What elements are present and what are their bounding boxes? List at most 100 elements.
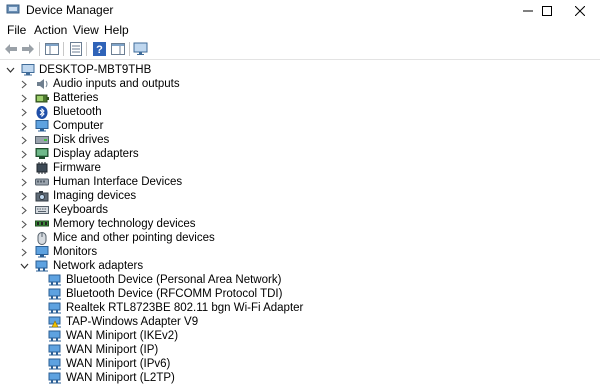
chevron-right-icon[interactable] xyxy=(19,175,29,189)
computer-icon xyxy=(35,120,49,133)
device-label: Realtek RTL8723BE 802.11 bgn Wi-Fi Adapt… xyxy=(66,302,304,314)
menu-view[interactable]: View xyxy=(73,23,99,37)
mouse-icon xyxy=(35,231,49,245)
device-label: WAN Miniport (IPv6) xyxy=(66,358,171,370)
tree-item-mice[interactable]: Mice and other pointing devices xyxy=(19,231,215,245)
category-label: Mice and other pointing devices xyxy=(53,232,215,244)
menu-bar: File Action View Help xyxy=(0,21,600,39)
toolbar-separator xyxy=(129,42,130,56)
chevron-right-icon[interactable] xyxy=(19,231,29,245)
network-adapter-icon xyxy=(48,288,62,301)
battery-icon xyxy=(35,92,49,105)
device-manager-app-icon xyxy=(6,3,20,15)
tree-item-batteries[interactable]: Batteries xyxy=(19,91,98,105)
scan-hardware-changes-icon[interactable] xyxy=(133,41,149,57)
close-button[interactable] xyxy=(560,0,600,21)
device-item[interactable]: Realtek RTL8723BE 802.11 bgn Wi-Fi Adapt… xyxy=(48,301,303,315)
device-label: Bluetooth Device (Personal Area Network) xyxy=(66,274,282,286)
tree-item-imaging-devices[interactable]: Imaging devices xyxy=(19,189,136,203)
network-adapter-icon xyxy=(48,372,62,385)
menu-help[interactable]: Help xyxy=(104,23,129,37)
tree-item-disk-drives[interactable]: Disk drives xyxy=(19,133,109,147)
chevron-right-icon[interactable] xyxy=(19,119,29,133)
device-item[interactable]: WAN Miniport (IKEv2) xyxy=(48,329,178,343)
device-label: WAN Miniport (IKEv2) xyxy=(66,330,179,342)
firmware-icon xyxy=(35,162,49,175)
computer-icon xyxy=(21,64,35,77)
category-label: Batteries xyxy=(53,92,99,104)
toolbar-separator xyxy=(39,42,40,56)
category-label: Imaging devices xyxy=(53,190,137,202)
monitor-icon xyxy=(35,246,49,259)
tree-item-computer[interactable]: Computer xyxy=(19,119,104,133)
category-label: Disk drives xyxy=(53,134,110,146)
forward-arrow-icon[interactable] xyxy=(20,41,36,57)
disk-drive-icon xyxy=(35,134,49,147)
chevron-right-icon[interactable] xyxy=(19,133,29,147)
chevron-down-icon[interactable] xyxy=(5,63,15,77)
window-title: Device Manager xyxy=(26,3,114,17)
tree-item-keyboards[interactable]: Keyboards xyxy=(19,203,108,217)
network-adapter-icon xyxy=(48,358,62,371)
tree-root[interactable]: DESKTOP-MBT9THB xyxy=(5,63,151,77)
category-label: Keyboards xyxy=(53,204,108,216)
chevron-right-icon[interactable] xyxy=(19,147,29,161)
device-label: WAN Miniport (L2TP) xyxy=(66,372,175,384)
category-label: Computer xyxy=(53,120,104,132)
category-label: Memory technology devices xyxy=(53,218,196,230)
device-item[interactable]: WAN Miniport (IPv6) xyxy=(48,357,170,371)
network-adapter-icon xyxy=(48,330,62,343)
device-tree[interactable]: DESKTOP-MBT9THB Audio inputs and outputs… xyxy=(0,60,600,384)
tree-item-audio[interactable]: Audio inputs and outputs xyxy=(19,77,180,91)
toolbar: ? xyxy=(0,39,600,60)
device-label: Bluetooth Device (RFCOMM Protocol TDI) xyxy=(66,288,283,300)
device-item[interactable]: WAN Miniport (L2TP) xyxy=(48,371,175,385)
category-label: Monitors xyxy=(53,246,98,258)
chevron-right-icon[interactable] xyxy=(19,189,29,203)
menu-file[interactable]: File xyxy=(7,23,26,37)
tree-item-firmware[interactable]: Firmware xyxy=(19,161,101,175)
menu-action[interactable]: Action xyxy=(34,23,67,37)
tree-item-human-interface-devices[interactable]: Human Interface Devices xyxy=(19,175,182,189)
display-adapter-icon xyxy=(35,148,49,161)
device-item[interactable]: Bluetooth Device (Personal Area Network) xyxy=(48,273,281,287)
svg-text:?: ? xyxy=(96,44,103,56)
hid-icon xyxy=(35,176,49,189)
network-adapter-icon xyxy=(48,344,62,357)
chevron-down-icon[interactable] xyxy=(19,259,29,273)
back-arrow-icon[interactable] xyxy=(3,41,19,57)
tree-item-memory-technology-devices[interactable]: Memory technology devices xyxy=(19,217,196,231)
device-item[interactable]: TAP-Windows Adapter V9 xyxy=(48,315,198,329)
chevron-right-icon[interactable] xyxy=(19,91,29,105)
chevron-right-icon[interactable] xyxy=(19,161,29,175)
network-adapter-icon xyxy=(35,260,49,273)
device-label: TAP-Windows Adapter V9 xyxy=(66,316,199,328)
properties-icon[interactable] xyxy=(68,41,84,57)
chevron-right-icon[interactable] xyxy=(19,77,29,91)
category-label: Network adapters xyxy=(53,260,144,272)
chevron-right-icon[interactable] xyxy=(19,105,29,119)
chevron-right-icon[interactable] xyxy=(19,245,29,259)
device-label: WAN Miniport (IP) xyxy=(66,344,159,356)
help-icon[interactable]: ? xyxy=(91,41,107,57)
device-item[interactable]: WAN Miniport (IP) xyxy=(48,343,158,357)
chevron-right-icon[interactable] xyxy=(19,203,29,217)
speaker-icon xyxy=(35,78,49,91)
computer-name: DESKTOP-MBT9THB xyxy=(39,64,152,76)
camera-icon xyxy=(35,190,49,203)
show-hide-console-tree-icon[interactable] xyxy=(44,41,60,57)
action-pane-icon[interactable] xyxy=(110,41,126,57)
tree-item-monitors[interactable]: Monitors xyxy=(19,245,97,259)
category-label: Firmware xyxy=(53,162,101,174)
toolbar-separator xyxy=(63,42,64,56)
title-bar: Device Manager xyxy=(0,0,600,21)
keyboard-icon xyxy=(35,204,49,217)
memory-icon xyxy=(35,218,49,231)
tree-item-display-adapters[interactable]: Display adapters xyxy=(19,147,139,161)
tree-item-network-adapters[interactable]: Network adapters xyxy=(19,259,143,273)
chevron-right-icon[interactable] xyxy=(19,217,29,231)
device-item[interactable]: Bluetooth Device (RFCOMM Protocol TDI) xyxy=(48,287,282,301)
tree-item-bluetooth[interactable]: Bluetooth xyxy=(19,105,102,119)
category-label: Bluetooth xyxy=(53,106,102,118)
network-adapter-icon xyxy=(48,274,62,287)
